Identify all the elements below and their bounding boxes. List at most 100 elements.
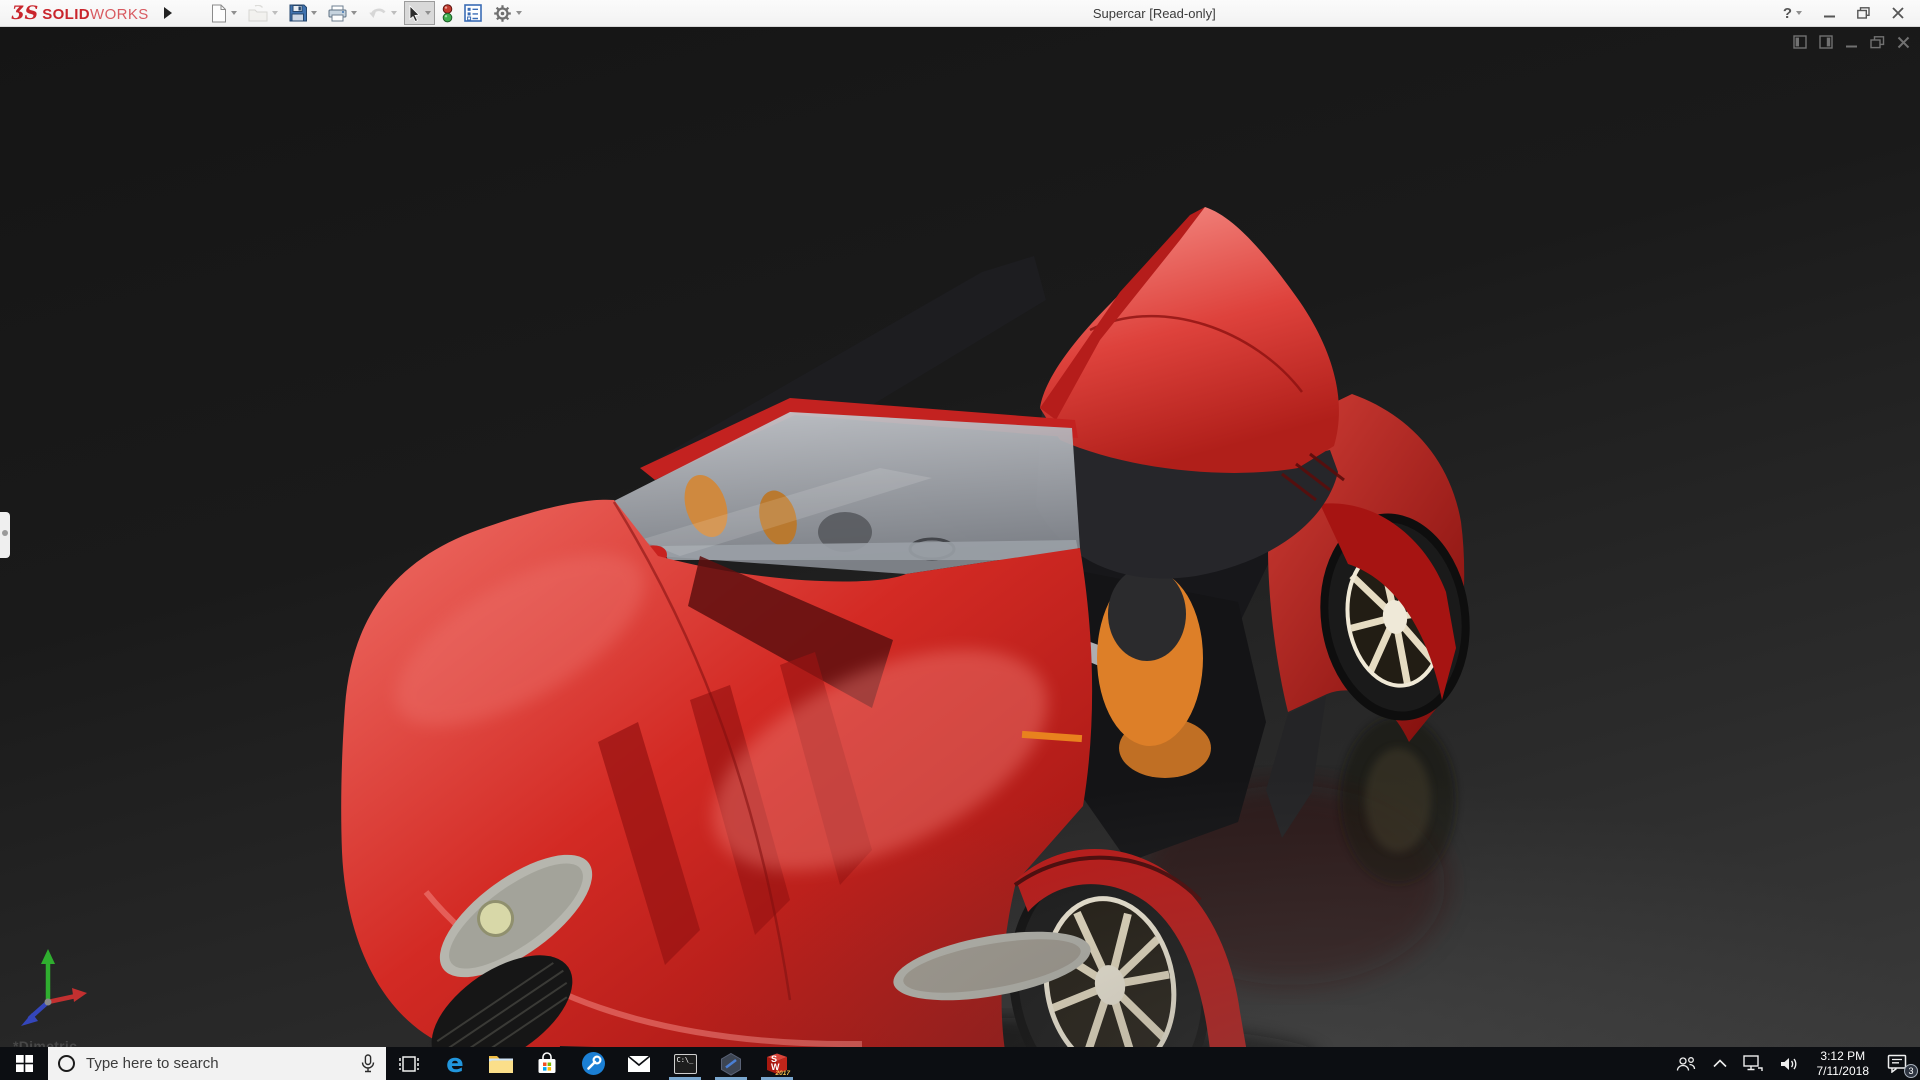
viewport-3d[interactable]: *Dimetric bbox=[0, 27, 1920, 1047]
close-icon bbox=[1892, 7, 1904, 19]
file-properties-button[interactable] bbox=[460, 1, 486, 25]
file-explorer-icon bbox=[489, 1056, 513, 1073]
edge-icon: e bbox=[446, 1048, 464, 1079]
pane-right-button[interactable] bbox=[1819, 35, 1833, 49]
new-document-icon bbox=[211, 4, 226, 22]
open-document-button[interactable] bbox=[244, 1, 282, 25]
traffic-light-icon bbox=[442, 3, 453, 22]
panel-flyout-tab[interactable] bbox=[0, 512, 10, 558]
dropdown-caret-icon bbox=[424, 11, 431, 15]
select-tool-button[interactable] bbox=[403, 1, 435, 25]
print-button[interactable] bbox=[324, 1, 361, 25]
solidworks-logo: ƷS SOLID WORKS bbox=[0, 2, 157, 24]
mail-icon bbox=[627, 1054, 651, 1072]
restore-icon bbox=[1857, 7, 1870, 19]
printer-icon bbox=[328, 5, 347, 21]
pane-left-button[interactable] bbox=[1793, 35, 1807, 49]
clock-time: 3:12 PM bbox=[1820, 1048, 1866, 1063]
network-icon bbox=[1742, 1055, 1763, 1071]
volume-button[interactable] bbox=[1771, 1047, 1807, 1080]
new-document-button[interactable] bbox=[207, 1, 241, 25]
save-floppy-icon bbox=[289, 4, 307, 22]
view-orientation-label: *Dimetric bbox=[13, 1038, 78, 1047]
ds-logo-icon: ƷS bbox=[12, 2, 39, 24]
dropdown-caret-icon bbox=[515, 11, 522, 15]
store-button[interactable] bbox=[524, 1047, 570, 1080]
hexagon-app-button[interactable] bbox=[708, 1047, 754, 1080]
split-pane-icon bbox=[1793, 35, 1807, 49]
task-view-icon bbox=[399, 1055, 419, 1072]
dropdown-caret-icon bbox=[310, 11, 317, 15]
network-button[interactable] bbox=[1735, 1047, 1771, 1080]
restore-button[interactable] bbox=[1857, 7, 1870, 19]
command-prompt-button[interactable]: C:\_ bbox=[662, 1047, 708, 1080]
split-pane-icon bbox=[1819, 35, 1833, 49]
dropdown-caret-icon bbox=[271, 11, 278, 15]
document-title: Supercar [Read-only] bbox=[1092, 5, 1216, 21]
file-explorer-button[interactable] bbox=[478, 1047, 524, 1080]
orientation-triad bbox=[21, 949, 87, 1026]
close-button[interactable] bbox=[1892, 7, 1904, 19]
dropdown-caret-icon bbox=[1796, 11, 1802, 15]
search-placeholder: Type here to search bbox=[86, 1055, 219, 1072]
doc-minimize-button[interactable] bbox=[1845, 36, 1858, 49]
command-prompt-icon: C:\_ bbox=[673, 1053, 697, 1074]
people-button[interactable] bbox=[1668, 1047, 1705, 1080]
rebuild-button[interactable] bbox=[438, 1, 457, 25]
undo-arrow-icon bbox=[368, 8, 386, 18]
minimize-icon bbox=[1824, 15, 1835, 17]
chevron-up-icon bbox=[1712, 1059, 1727, 1068]
titlebar: ƷS SOLID WORKS Supercar [Read-only] ? bbox=[0, 0, 1920, 27]
solidworks-2017-icon: S W 2017 bbox=[765, 1052, 790, 1077]
windshield bbox=[612, 412, 1080, 574]
task-view-button[interactable] bbox=[386, 1047, 432, 1080]
screen: ƷS SOLID WORKS Supercar [Read-only] ? *D… bbox=[0, 0, 1920, 1080]
car-model[interactable] bbox=[340, 197, 1470, 1047]
close-icon bbox=[1897, 36, 1910, 48]
hexagon-app-icon bbox=[721, 1052, 741, 1076]
windows-logo-icon bbox=[15, 1055, 33, 1072]
help-button[interactable]: ? bbox=[1783, 5, 1802, 22]
dropdown-caret-icon bbox=[350, 11, 357, 15]
taskbar: Type here to search e C:\_ S W 2017 3:12… bbox=[0, 1047, 1920, 1080]
open-door-panel bbox=[1040, 207, 1339, 473]
tab-dot-icon bbox=[2, 530, 8, 536]
right-triangle-icon bbox=[163, 7, 172, 19]
sw-year: 2017 bbox=[775, 1069, 790, 1077]
clock-date: 7/11/2018 bbox=[1816, 1063, 1870, 1078]
taskbar-search[interactable]: Type here to search bbox=[48, 1047, 386, 1080]
doc-close-button[interactable] bbox=[1897, 36, 1910, 49]
solidworks-2017-button[interactable]: S W 2017 bbox=[754, 1047, 800, 1080]
gear-icon bbox=[493, 4, 511, 22]
help-icon: ? bbox=[1782, 4, 1792, 22]
microphone-icon[interactable] bbox=[360, 1054, 376, 1073]
cortana-icon bbox=[58, 1055, 75, 1072]
settings-wrench-button[interactable] bbox=[570, 1047, 616, 1080]
menu-expand-arrow[interactable] bbox=[157, 2, 179, 24]
undo-button[interactable] bbox=[364, 1, 401, 25]
system-tray: 3:12 PM 7/11/2018 3 bbox=[1668, 1047, 1920, 1080]
wrench-circle-icon bbox=[581, 1052, 605, 1075]
people-icon bbox=[1676, 1056, 1695, 1071]
main-toolbar bbox=[207, 1, 526, 25]
hidden-icons-button[interactable] bbox=[1705, 1047, 1735, 1080]
properties-list-icon bbox=[463, 4, 482, 22]
action-center-button[interactable]: 3 bbox=[1879, 1047, 1920, 1080]
minimize-button[interactable] bbox=[1824, 8, 1835, 19]
logo-text-works: WORKS bbox=[90, 6, 149, 23]
mail-button[interactable] bbox=[616, 1047, 662, 1080]
notification-badge: 3 bbox=[1904, 1064, 1918, 1078]
options-button[interactable] bbox=[489, 1, 526, 25]
restore-icon bbox=[1870, 35, 1885, 48]
speaker-icon bbox=[1780, 1057, 1796, 1070]
save-button[interactable] bbox=[285, 1, 321, 25]
start-button[interactable] bbox=[0, 1047, 48, 1080]
doc-restore-button[interactable] bbox=[1870, 35, 1885, 49]
edge-button[interactable]: e bbox=[432, 1047, 478, 1080]
open-folder-icon bbox=[248, 4, 268, 21]
select-cursor-icon bbox=[409, 4, 420, 22]
store-icon bbox=[538, 1052, 556, 1073]
taskbar-clock[interactable]: 3:12 PM 7/11/2018 bbox=[1807, 1049, 1880, 1079]
logo-text-solid: SOLID bbox=[42, 6, 91, 23]
dropdown-caret-icon bbox=[230, 11, 237, 15]
